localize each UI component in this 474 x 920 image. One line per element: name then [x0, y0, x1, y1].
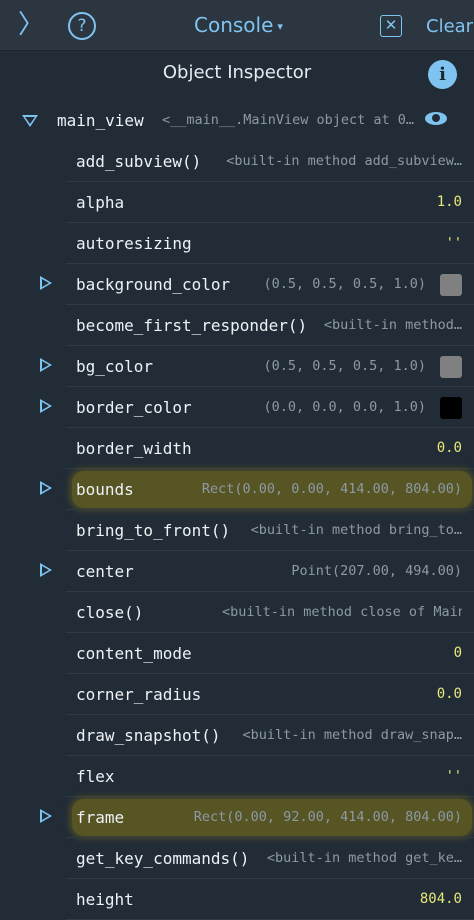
property-row[interactable]: height 804.0	[0, 879, 474, 920]
property-value: <built-in method draw_snap…	[242, 727, 462, 743]
top-toolbar: 〉 ? Console ▾ ✕ Clear	[0, 0, 474, 51]
property-name: bounds	[76, 480, 134, 499]
property-row[interactable]: frame Rect(0.00, 92.00, 414.00, 804.00)	[0, 797, 474, 838]
disclosure-collapsed-icon[interactable]	[40, 399, 52, 413]
property-name: draw_snapshot()	[76, 726, 221, 745]
property-value: <built-in method bring_to…	[250, 522, 462, 538]
property-name: content_mode	[76, 644, 192, 663]
property-name: border_color	[76, 398, 192, 417]
property-row[interactable]: content_mode 0	[0, 633, 474, 674]
property-row[interactable]: get_key_commands() <built-in method get_k…	[0, 838, 474, 879]
property-value: (0.5, 0.5, 0.5, 1.0)	[263, 358, 426, 374]
close-box-icon[interactable]: ✕	[380, 15, 402, 37]
chevron-right-icon[interactable]: 〉	[18, 10, 44, 40]
property-name: get_key_commands()	[76, 849, 250, 868]
property-name: add_subview()	[76, 152, 202, 171]
clear-button[interactable]: Clear	[426, 15, 473, 39]
property-value: 1.0	[436, 194, 462, 210]
disclosure-collapsed-icon[interactable]	[40, 481, 52, 495]
caret-down-icon: ▾	[277, 19, 283, 33]
inspector-title: Object Inspector	[162, 62, 312, 83]
property-row[interactable]: bounds Rect(0.00, 0.00, 414.00, 804.00)	[0, 469, 474, 510]
root-name: main_view	[57, 111, 144, 130]
property-value: <built-in method get_ke…	[266, 850, 462, 866]
property-value: Point(207.00, 494.00)	[291, 563, 462, 579]
console-title-label: Console	[194, 13, 274, 37]
console-title-button[interactable]: Console ▾	[194, 13, 283, 39]
property-row[interactable]: flex ''	[0, 756, 474, 797]
property-row[interactable]: border_color (0.0, 0.0, 0.0, 1.0)	[0, 387, 474, 428]
property-name: height	[76, 890, 134, 909]
property-row[interactable]: border_width 0.0	[0, 428, 474, 469]
color-swatch	[440, 397, 462, 419]
property-name: bring_to_front()	[76, 521, 231, 540]
property-value: Rect(0.00, 92.00, 414.00, 804.00)	[193, 809, 462, 825]
property-value: 0.0	[436, 440, 462, 456]
property-value: (0.0, 0.0, 0.0, 1.0)	[263, 399, 426, 415]
property-row[interactable]: background_color (0.5, 0.5, 0.5, 1.0)	[0, 264, 474, 305]
color-swatch	[440, 274, 462, 296]
property-name: become_first_responder()	[76, 316, 308, 335]
property-row[interactable]: autoresizing ''	[0, 223, 474, 264]
property-value: (0.5, 0.5, 0.5, 1.0)	[263, 276, 426, 292]
color-swatch	[440, 356, 462, 378]
property-row[interactable]: close() <built-in method close of MainVie…	[0, 592, 474, 633]
property-value: <built-in method…	[323, 317, 462, 333]
property-name: autoresizing	[76, 234, 192, 253]
disclosure-collapsed-icon[interactable]	[40, 358, 52, 372]
property-name: close()	[76, 603, 144, 622]
property-name: flex	[76, 767, 115, 786]
disclosure-expanded-icon[interactable]	[22, 115, 38, 127]
property-value: 0	[453, 645, 462, 661]
property-row[interactable]: add_subview() <built-in method add_subvie…	[0, 141, 474, 182]
property-row[interactable]: bg_color (0.5, 0.5, 0.5, 1.0)	[0, 346, 474, 387]
root-value: <__main__.MainView object at 0…	[162, 112, 414, 128]
property-name: bg_color	[76, 357, 154, 376]
property-row[interactable]: become_first_responder() <built-in method…	[0, 305, 474, 346]
property-value: Rect(0.00, 0.00, 414.00, 804.00)	[201, 481, 462, 497]
property-value: 0.0	[436, 686, 462, 702]
property-row[interactable]: draw_snapshot() <built-in method draw_sna…	[0, 715, 474, 756]
property-name: frame	[76, 808, 125, 827]
disclosure-collapsed-icon[interactable]	[40, 276, 52, 290]
property-name: corner_radius	[76, 685, 202, 704]
property-name: alpha	[76, 193, 125, 212]
property-value: <built-in method add_subview…	[226, 153, 462, 169]
root-row[interactable]: main_view <__main__.MainView object at 0…	[0, 100, 474, 141]
property-value: ''	[445, 768, 462, 784]
eye-icon[interactable]	[425, 112, 447, 125]
info-icon[interactable]: i	[428, 60, 457, 89]
property-row[interactable]: alpha 1.0	[0, 182, 474, 223]
property-name: background_color	[76, 275, 231, 294]
property-value: <built-in method close of MainView o…	[222, 604, 462, 620]
property-name: center	[76, 562, 134, 581]
property-row[interactable]: bring_to_front() <built-in method bring_t…	[0, 510, 474, 551]
property-name: border_width	[76, 439, 192, 458]
property-row[interactable]: corner_radius 0.0	[0, 674, 474, 715]
property-value: ''	[445, 235, 462, 251]
help-icon[interactable]: ?	[68, 12, 96, 40]
property-value: 804.0	[419, 891, 462, 907]
disclosure-collapsed-icon[interactable]	[40, 563, 52, 577]
disclosure-collapsed-icon[interactable]	[40, 809, 52, 823]
property-row[interactable]: center Point(207.00, 494.00)	[0, 551, 474, 592]
